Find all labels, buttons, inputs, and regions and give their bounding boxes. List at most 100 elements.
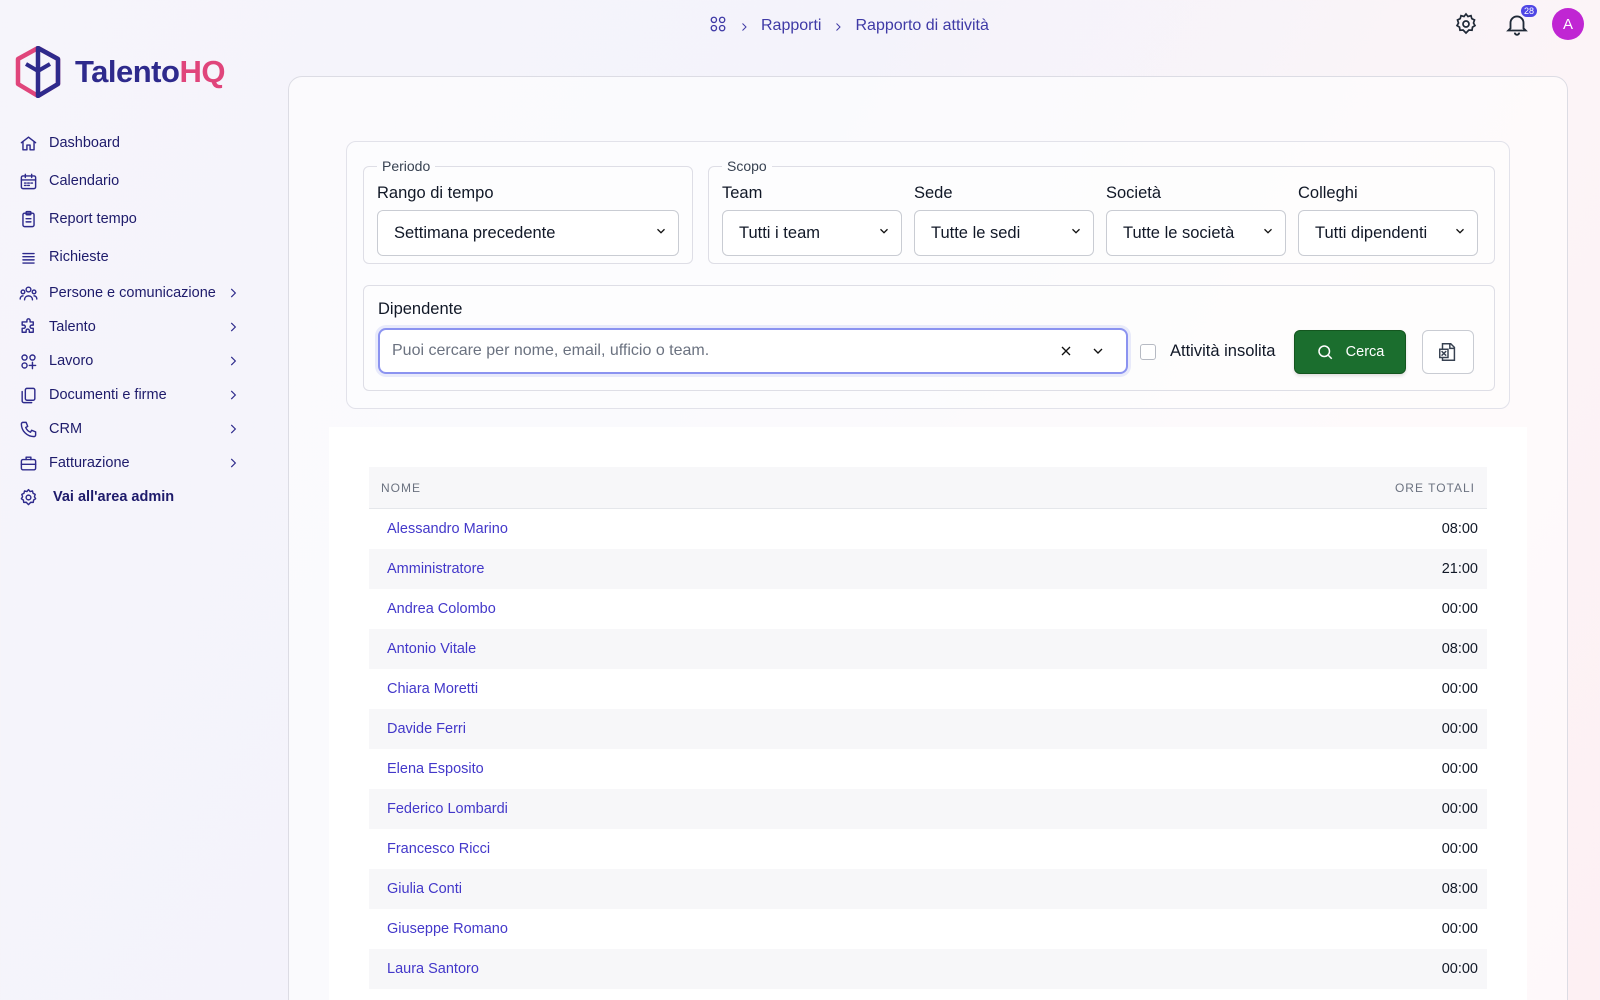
- briefcase-icon: [17, 452, 39, 474]
- employee-name-link[interactable]: Amministratore: [369, 561, 1442, 577]
- unusual-activity-checkbox[interactable]: [1140, 344, 1156, 360]
- sede-select[interactable]: Tutte le sedi: [914, 210, 1094, 256]
- breadcrumb-link-rapporti[interactable]: Rapporti: [761, 17, 821, 35]
- societa-select[interactable]: Tutte le società: [1106, 210, 1286, 256]
- table-row: Amministratore 21:00: [369, 549, 1487, 589]
- total-hours: 08:00: [1441, 641, 1478, 657]
- sidebar-item-label: Lavoro: [49, 353, 94, 369]
- sidebar-item-label: Calendario: [49, 173, 120, 189]
- total-hours: 00:00: [1441, 601, 1478, 617]
- chevron-down-icon: [877, 224, 891, 243]
- sidebar-item-report-tempo[interactable]: Report tempo: [0, 202, 260, 236]
- employee-name-link[interactable]: Chiara Moretti: [369, 681, 1442, 697]
- apps-grid-icon[interactable]: [709, 15, 727, 38]
- table-row: Giulia Conti 08:00: [369, 869, 1487, 909]
- colleghi-select[interactable]: Tutti dipendenti: [1298, 210, 1478, 256]
- sidebar-item-dashboard[interactable]: Dashboard: [0, 126, 260, 160]
- employee-name-link[interactable]: Antonio Vitale: [369, 641, 1442, 657]
- sidebar-item-documenti-e-firme[interactable]: Documenti e firme: [0, 378, 260, 412]
- table-row: Laura Santoro 00:00: [369, 949, 1487, 989]
- sidebar-item-label: Talento: [49, 319, 96, 335]
- chevron-right-icon: [226, 456, 240, 470]
- chevron-down-icon: [654, 224, 668, 243]
- employee-name-link[interactable]: Elena Esposito: [369, 761, 1442, 777]
- sidebar-item-admin-area[interactable]: Vai all'area admin: [0, 480, 260, 514]
- total-hours: 00:00: [1441, 761, 1478, 777]
- chevron-right-icon: [226, 422, 240, 436]
- employee-name-link[interactable]: Davide Ferri: [369, 721, 1442, 737]
- chevron-down-icon: [1453, 224, 1467, 243]
- settings-gear-icon[interactable]: [1454, 12, 1478, 36]
- home-icon: [17, 132, 39, 154]
- phone-icon: [17, 418, 39, 440]
- time-range-select[interactable]: Settimana precedente: [377, 210, 679, 256]
- table-body: Alessandro Marino 08:00 Amministratore 21:…: [369, 509, 1487, 989]
- brand-logo[interactable]: TalentoHQ: [15, 46, 225, 98]
- sidebar-item-richieste[interactable]: Richieste: [0, 240, 260, 274]
- table-row: Elena Esposito 00:00: [369, 749, 1487, 789]
- sidebar-item-label: Documenti e firme: [49, 387, 167, 403]
- unusual-activity-label[interactable]: Attività insolita: [1170, 342, 1275, 361]
- sede-label: Sede: [914, 184, 953, 202]
- table-row: Alessandro Marino 08:00: [369, 509, 1487, 549]
- column-header-total-hours[interactable]: ORE TOTALI: [1395, 481, 1487, 495]
- excel-icon: [1439, 343, 1456, 361]
- sidebar-item-crm[interactable]: CRM: [0, 412, 260, 446]
- clear-icon[interactable]: [1050, 335, 1082, 367]
- colleghi-label: Colleghi: [1298, 184, 1358, 202]
- sidebar-item-talento[interactable]: Talento: [0, 310, 260, 344]
- periodo-legend: Periodo: [382, 158, 431, 174]
- notifications-bell-icon[interactable]: 28: [1504, 5, 1537, 37]
- breadcrumb: Rapporti Rapporto di attività: [709, 14, 989, 38]
- documents-icon: [17, 384, 39, 406]
- sidebar-item-fatturazione[interactable]: Fatturazione: [0, 446, 260, 480]
- team-value: Tutti i team: [739, 223, 820, 242]
- employee-search-input[interactable]: Puoi cercare per nome, email, ufficio o …: [378, 328, 1128, 374]
- employee-name-link[interactable]: Alessandro Marino: [369, 521, 1442, 537]
- sidebar-item-lavoro[interactable]: Lavoro: [0, 344, 260, 378]
- employee-name-link[interactable]: Giulia Conti: [369, 881, 1442, 897]
- brand-name-part1: Talento: [75, 54, 180, 89]
- employee-name-link[interactable]: Federico Lombardi: [369, 801, 1442, 817]
- chevron-down-icon[interactable]: [1082, 335, 1114, 367]
- team-select[interactable]: Tutti i team: [722, 210, 902, 256]
- brand-name-part2: HQ: [179, 54, 225, 89]
- time-range-value: Settimana precedente: [394, 223, 556, 242]
- societa-label: Società: [1106, 184, 1162, 202]
- column-header-name[interactable]: NOME: [369, 481, 1395, 495]
- main-card: Periodo Rango di tempo Settimana precede…: [288, 76, 1568, 1000]
- employee-name-link[interactable]: Giuseppe Romano: [369, 921, 1442, 937]
- team-field: Team Tutti i team: [722, 184, 902, 256]
- top-actions: 28 A: [1454, 5, 1584, 40]
- search-button[interactable]: Cerca: [1294, 330, 1406, 374]
- total-hours: 08:00: [1441, 521, 1478, 537]
- chevron-right-icon: [738, 20, 750, 32]
- sidebar-item-label: Vai all'area admin: [53, 489, 175, 505]
- sidebar-item-calendario[interactable]: Calendario: [0, 164, 260, 198]
- sede-field: Sede Tutte le sedi: [914, 184, 1094, 256]
- team-label: Team: [722, 184, 763, 202]
- employee-name-link[interactable]: Laura Santoro: [369, 961, 1442, 977]
- chevron-right-icon: [832, 20, 844, 32]
- table-row: Giuseppe Romano 00:00: [369, 909, 1487, 949]
- logo-cube-icon: [15, 46, 61, 98]
- societa-field: Società Tutte le società: [1106, 184, 1286, 256]
- table-row: Davide Ferri 00:00: [369, 709, 1487, 749]
- employee-name-link[interactable]: Francesco Ricci: [369, 841, 1442, 857]
- sidebar-nav: Dashboard Calendario Report tempo Richie…: [0, 126, 260, 514]
- user-avatar[interactable]: A: [1552, 8, 1584, 40]
- employee-name-link[interactable]: Andrea Colombo: [369, 601, 1442, 617]
- results-table: NOME ORE TOTALI Alessandro Marino 08:00 A…: [329, 427, 1527, 1000]
- time-range-field: Rango di tempo Settimana precedente: [377, 184, 679, 256]
- sede-value: Tutte le sedi: [931, 223, 1021, 242]
- table-row: Andrea Colombo 00:00: [369, 589, 1487, 629]
- dipendente-label: Dipendente: [378, 300, 463, 318]
- table-header: NOME ORE TOTALI: [369, 467, 1487, 509]
- sidebar-item-persone-e-comunicazione[interactable]: Persone e comunicazione: [0, 276, 260, 310]
- list-icon: [17, 246, 39, 268]
- chevron-down-icon: [1069, 224, 1083, 243]
- total-hours: 08:00: [1441, 881, 1478, 897]
- export-excel-button[interactable]: [1422, 330, 1474, 374]
- sidebar-item-label: CRM: [49, 421, 83, 437]
- filters-panel: Periodo Rango di tempo Settimana precede…: [346, 141, 1510, 409]
